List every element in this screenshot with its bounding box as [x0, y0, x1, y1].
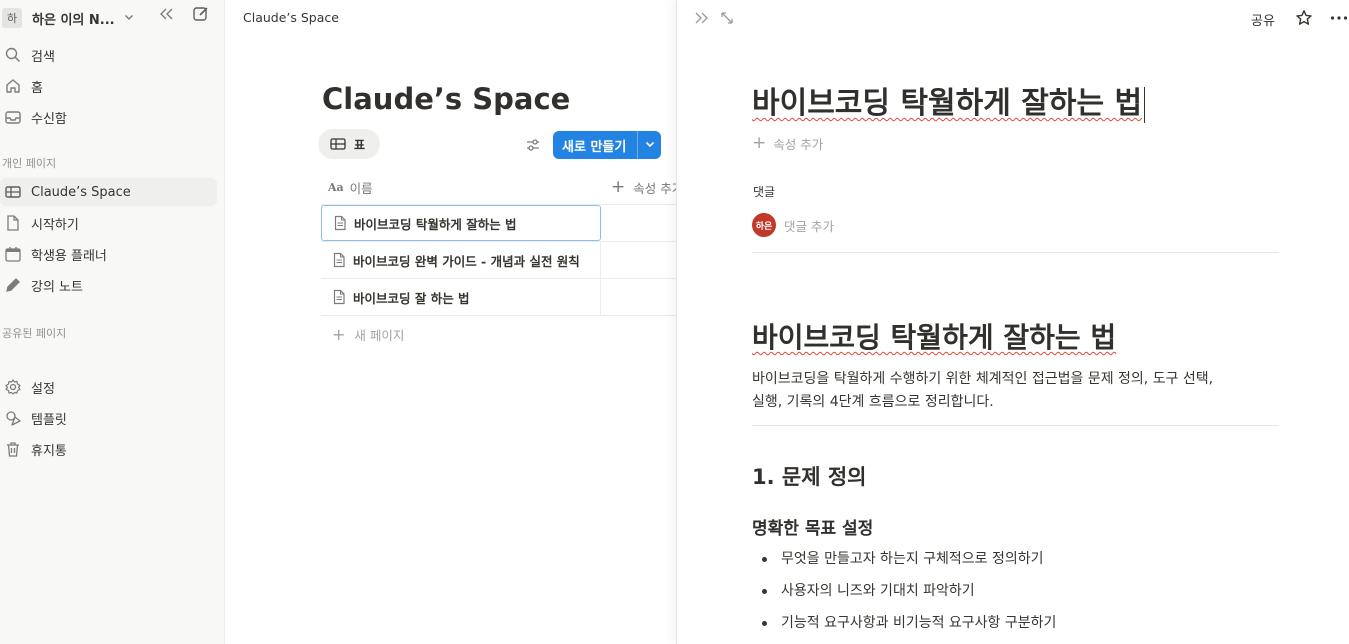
star-icon[interactable]	[1294, 8, 1314, 28]
sidebar-item-search[interactable]: 검색	[0, 41, 217, 69]
sidebar-item-settings[interactable]: 설정	[0, 373, 217, 401]
avatar: 하은	[752, 213, 776, 237]
app-window: 하 하은 이의 N... 검색 홈 수신함 개인 페이지 Claude’s Sp…	[0, 0, 1349, 644]
plus-icon: +	[752, 133, 767, 153]
heading-1[interactable]: 바이브코딩 탁월하게 잘하는 법	[752, 316, 1116, 356]
table-row[interactable]: 바이브코딩 탁월하게 잘하는 법	[321, 205, 677, 242]
comment-input[interactable]: 하은 댓글 추가	[752, 213, 834, 237]
divider	[752, 252, 1279, 253]
chevron-down-icon[interactable]	[638, 138, 661, 153]
table-icon	[3, 182, 23, 202]
sidebar-item-home[interactable]: 홈	[0, 72, 217, 100]
sidebar-item-label: 강의 노트	[31, 279, 83, 295]
sidebar-item-label: 수신함	[31, 111, 67, 127]
add-property-label: 속성 추가	[633, 180, 677, 196]
sidebar-item-label: 학생용 플래너	[31, 248, 107, 264]
heading-3[interactable]: 명확한 목표 설정	[752, 514, 873, 539]
share-button[interactable]: 공유	[1251, 10, 1275, 29]
sidebar-item-label: 템플릿	[31, 412, 67, 428]
gear-icon	[3, 377, 23, 397]
trash-icon	[3, 439, 23, 459]
comments-label: 댓글	[753, 185, 776, 199]
list-item[interactable]: 무엇을 만들고자 하는지 구체적으로 정의하기	[752, 545, 1056, 577]
table-row[interactable]: 바이브코딩 완벽 가이드 - 개념과 실전 원칙	[321, 242, 677, 279]
intro-paragraph[interactable]: 바이브코딩을 탁월하게 수행하기 위한 체계적인 접근법을 문제 정의, 도구 …	[752, 368, 1279, 414]
tab-table-view[interactable]: 표	[318, 129, 380, 159]
list-item[interactable]: 사용자의 니즈와 기대치 파악하기	[752, 577, 1056, 609]
add-property-label: 속성 추가	[773, 136, 824, 152]
sidebar-item-label: 홈	[31, 80, 43, 96]
sidebar-item-getting-started[interactable]: 시작하기	[0, 209, 217, 237]
text-property-icon: Aa	[328, 180, 344, 194]
heading-1-text: 바이브코딩 탁월하게 잘하는 법	[752, 321, 1117, 354]
row-name-cell[interactable]: 바이브코딩 탁월하게 잘하는 법	[321, 205, 601, 241]
page-title[interactable]: Claude’s Space	[322, 82, 570, 116]
row-title: 바이브코딩 완벽 가이드 - 개념과 실전 원칙	[353, 253, 580, 269]
sidebar: 하 하은 이의 N... 검색 홈 수신함 개인 페이지 Claude’s Sp…	[0, 0, 225, 644]
chevron-down-icon	[123, 11, 135, 26]
text-caret	[1144, 86, 1146, 123]
table-icon	[330, 138, 346, 150]
intro-line-1: 바이브코딩을 탁월하게 수행하기 위한 체계적인 접근법을 문제 정의, 도구 …	[752, 371, 1214, 387]
private-section-title[interactable]: 개인 페이지	[2, 155, 56, 171]
sidebar-item-templates[interactable]: 템플릿	[0, 404, 217, 432]
new-page-icon[interactable]	[192, 5, 210, 23]
workspace-name: 하은 이의 N...	[32, 12, 115, 28]
sidebar-item-student-planner[interactable]: 학생용 플래너	[0, 240, 217, 268]
expand-icon[interactable]	[717, 8, 737, 28]
template-icon	[3, 408, 23, 428]
filter-settings-icon[interactable]	[525, 137, 541, 153]
page-title-text: 바이브코딩 탁월하게 잘하는 법	[752, 86, 1143, 121]
doc-icon	[333, 289, 345, 305]
row-title: 바이브코딩 잘 하는 법	[353, 290, 470, 306]
doc-icon	[334, 215, 346, 231]
page-peek-panel: 공유 바이브코딩 탁월하게 잘하는 법 + 속성 추가 댓글 하은 댓글 추가 …	[677, 0, 1349, 644]
divider	[752, 425, 1279, 426]
sidebar-item-label: 설정	[31, 381, 55, 397]
sidebar-item-inbox[interactable]: 수신함	[0, 103, 217, 131]
list-item[interactable]: 기능적 요구사항과 비기능적 요구사항 구분하기	[752, 609, 1056, 641]
more-options-icon[interactable]	[1329, 8, 1349, 28]
sidebar-item-label: Claude’s Space	[31, 184, 131, 200]
tab-label: 표	[354, 137, 366, 152]
add-property-button[interactable]: + 속성 추가	[752, 133, 823, 153]
sidebar-item-label: 시작하기	[31, 217, 79, 233]
bullet-list: 무엇을 만들고자 하는지 구체적으로 정의하기 사용자의 니즈와 기대치 파악하…	[752, 545, 1056, 641]
column-header-label: 이름	[349, 180, 373, 196]
new-page-row[interactable]: + 새 페이지	[332, 325, 404, 344]
workspace-avatar: 하	[2, 8, 22, 28]
column-header-name[interactable]: Aa 이름	[328, 172, 373, 202]
intro-line-2: 실행, 기록의 4단계 흐름으로 정리합니다.	[752, 394, 994, 410]
row-name-cell[interactable]: 바이브코딩 잘 하는 법	[321, 279, 601, 315]
new-button-label: 새로 만들기	[562, 139, 627, 155]
add-property-header[interactable]: + 속성 추가	[611, 172, 677, 202]
database-view: Claude’s Space Claude’s Space 표 새로 만들기 A…	[225, 0, 677, 644]
comment-placeholder: 댓글 추가	[784, 218, 834, 234]
sidebar-item-trash[interactable]: 휴지통	[0, 435, 217, 463]
inbox-icon	[3, 107, 23, 127]
collapse-sidebar-icon[interactable]	[158, 6, 176, 22]
new-page-label: 새 페이지	[354, 328, 405, 343]
doc-icon	[3, 213, 23, 233]
search-icon	[3, 45, 23, 65]
row-title: 바이브코딩 탁월하게 잘하는 법	[354, 216, 517, 232]
close-peek-icon[interactable]	[691, 8, 711, 28]
sidebar-item-label: 검색	[31, 49, 55, 65]
page-title[interactable]: 바이브코딩 탁월하게 잘하는 법	[752, 78, 1146, 123]
sidebar-item-lecture-notes[interactable]: 강의 노트	[0, 271, 217, 299]
new-button[interactable]: 새로 만들기	[553, 131, 661, 159]
sidebar-item-claudes-space[interactable]: Claude’s Space	[0, 178, 217, 206]
doc-icon	[333, 252, 345, 268]
shared-section-title[interactable]: 공유된 페이지	[2, 325, 66, 341]
breadcrumb[interactable]: Claude’s Space	[243, 10, 339, 25]
plus-icon: +	[611, 177, 626, 197]
heading-2[interactable]: 1. 문제 정의	[752, 461, 867, 491]
calendar-icon	[3, 244, 23, 264]
row-name-cell[interactable]: 바이브코딩 완벽 가이드 - 개념과 실전 원칙	[321, 242, 601, 278]
sidebar-item-label: 휴지통	[31, 443, 67, 459]
plus-icon: +	[332, 325, 346, 344]
home-icon	[3, 76, 23, 96]
table-row[interactable]: 바이브코딩 잘 하는 법	[321, 279, 677, 316]
pen-icon	[3, 275, 23, 295]
